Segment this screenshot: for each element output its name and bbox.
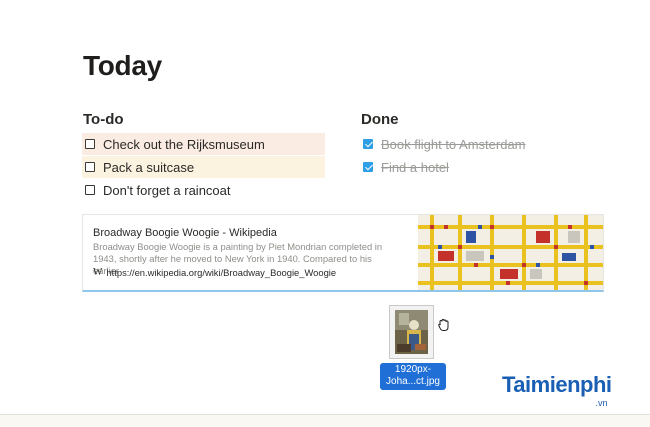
todo-heading: To-do (83, 111, 124, 128)
checkbox[interactable] (85, 139, 95, 149)
watermark-domain: .vn (595, 398, 608, 408)
mondrian-painting-thumbnail (418, 215, 603, 290)
bookmark-url: https://en.wikipedia.org/wiki/Broadway_B… (106, 267, 337, 278)
watermark-logo: Taimienphi .vn (502, 372, 612, 408)
vermeer-painting-image (395, 310, 428, 354)
file-name-line-1: 1920px- (394, 364, 432, 375)
done-item-label: Find a hotel (381, 159, 449, 175)
checkbox-checked[interactable] (363, 162, 373, 172)
file-name-line-2: Joha...ct.jpg (386, 376, 440, 387)
todo-item-label: Check out the Rijksmuseum (103, 136, 265, 152)
dragged-file-thumbnail[interactable] (389, 305, 434, 359)
wikipedia-icon: W (93, 267, 103, 278)
todo-item[interactable]: Pack a suitcase (82, 156, 325, 178)
done-heading: Done (361, 111, 399, 128)
done-item[interactable]: Book flight to Amsterdam (360, 133, 600, 155)
bookmark-url-row: W https://en.wikipedia.org/wiki/Broadway… (93, 267, 336, 278)
todo-item[interactable]: Check out the Rijksmuseum (82, 133, 325, 155)
checkbox[interactable] (85, 162, 95, 172)
todo-item-label: Pack a suitcase (103, 159, 195, 175)
checkbox[interactable] (85, 185, 95, 195)
page-title: Today (83, 50, 162, 81)
file-name-label[interactable]: 1920px- Joha...ct.jpg (380, 363, 446, 390)
done-item[interactable]: Find a hotel (360, 156, 600, 178)
todo-item[interactable]: Don't forget a raincoat (82, 179, 325, 201)
grab-hand-cursor-icon (438, 318, 449, 331)
web-bookmark[interactable]: Broadway Boogie Woogie - Wikipedia Broad… (82, 214, 604, 292)
todo-item-label: Don't forget a raincoat (103, 182, 231, 198)
watermark-text: Taimienphi (502, 372, 612, 397)
done-item-label: Book flight to Amsterdam (381, 136, 526, 152)
bookmark-title: Broadway Boogie Woogie - Wikipedia (93, 227, 277, 239)
bottom-band (0, 415, 650, 427)
checkbox-checked[interactable] (363, 139, 373, 149)
